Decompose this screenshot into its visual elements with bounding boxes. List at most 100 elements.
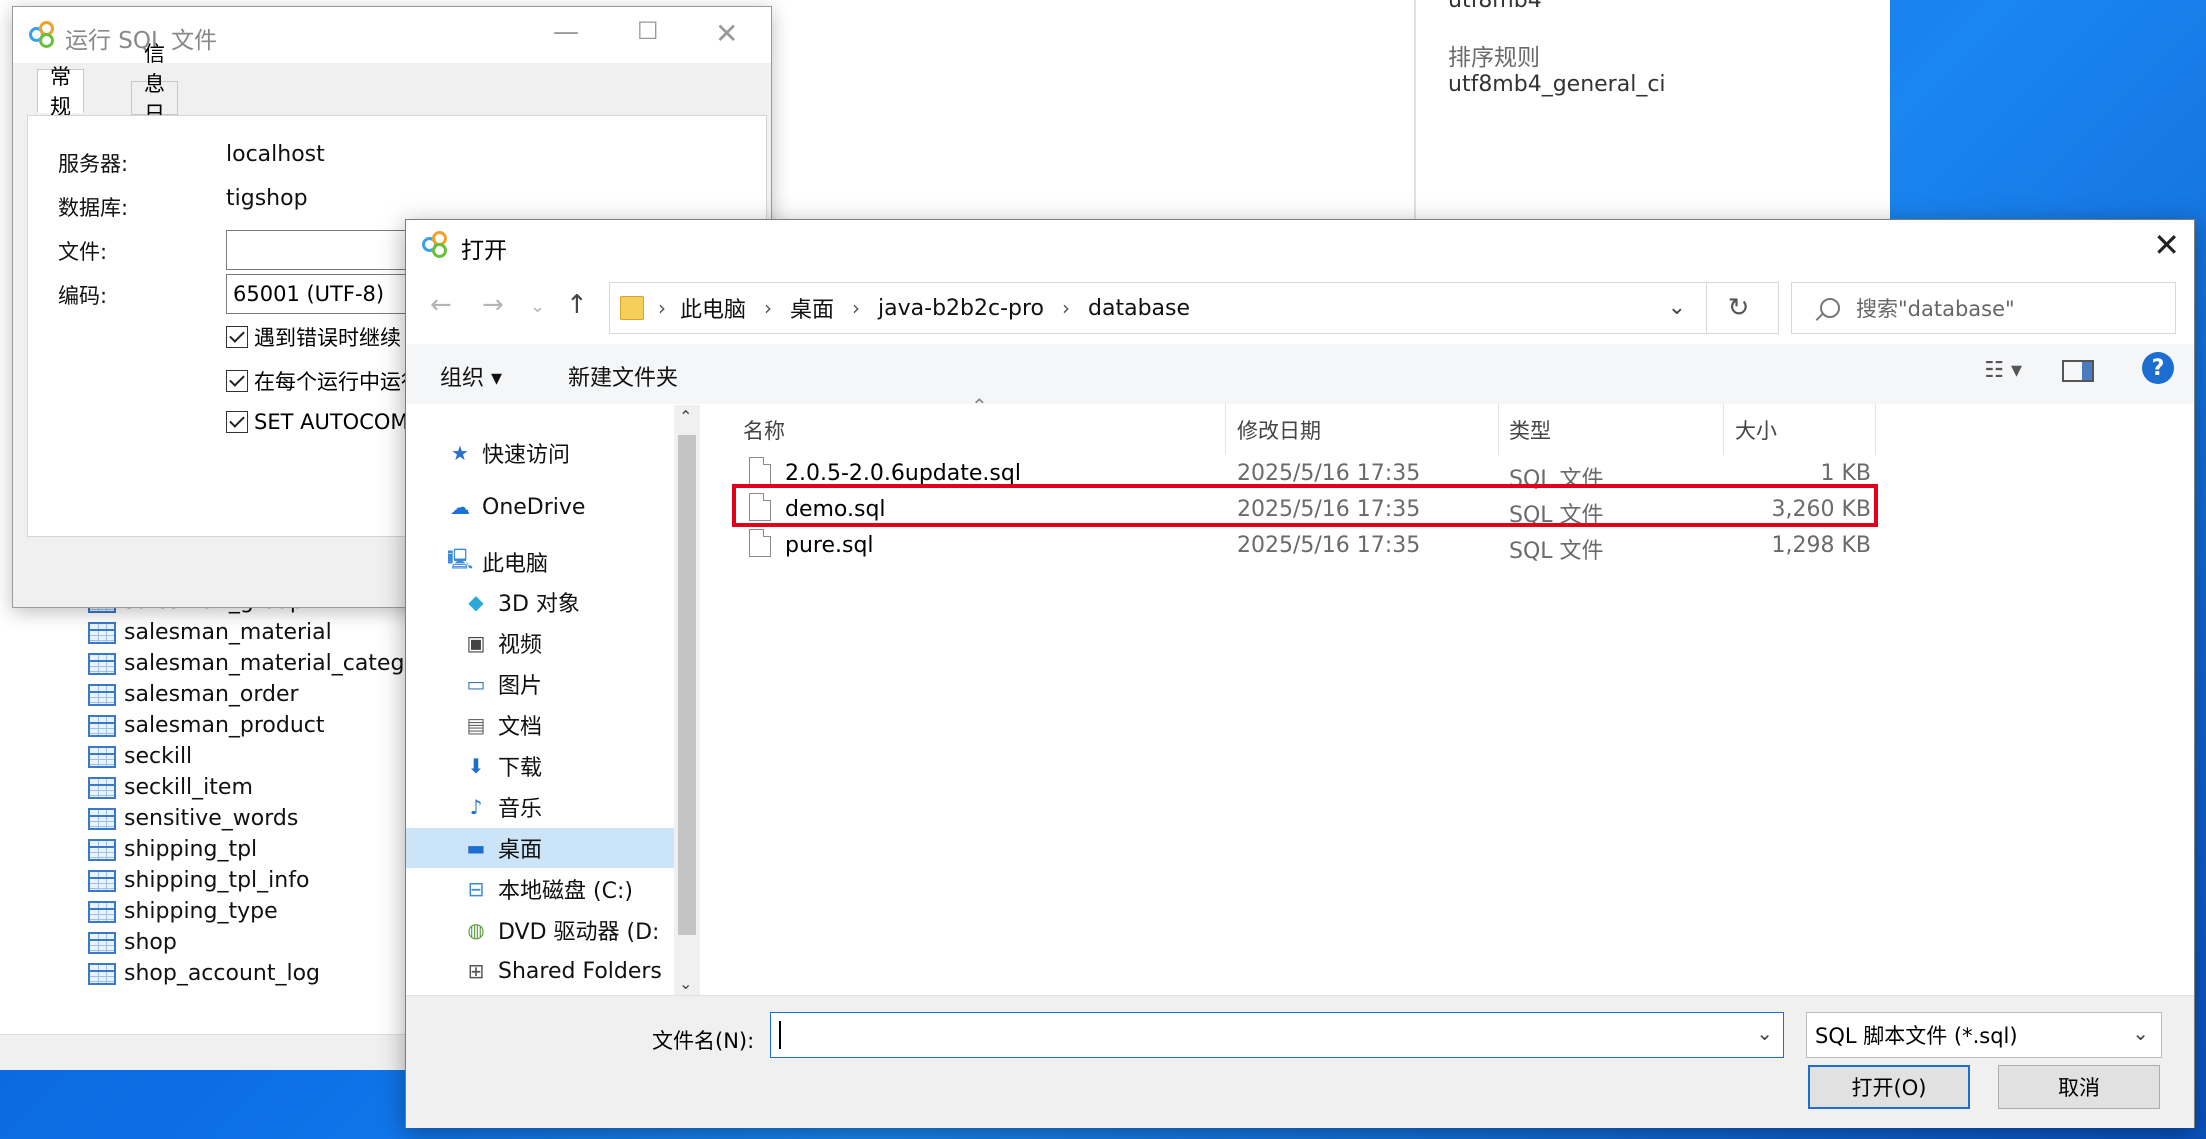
table-item[interactable]: shop	[88, 927, 408, 958]
chevron-down-icon[interactable]: ⌄	[1668, 295, 1686, 320]
autocommit-checkbox[interactable]: SET AUTOCOMMIT=0	[226, 410, 426, 434]
table-item[interactable]: shipping_tpl	[88, 834, 408, 865]
organize-button[interactable]: 组织 ▾	[440, 360, 502, 392]
table-tree: salesman_group salesman_material salesma…	[88, 589, 408, 989]
column-divider[interactable]	[1498, 403, 1499, 455]
breadcrumb-this-pc[interactable]: 此电脑	[680, 292, 746, 324]
table-item[interactable]: shipping_type	[88, 896, 408, 927]
music-icon: ♪	[469, 795, 483, 819]
table-item[interactable]: shop_account_log	[88, 958, 408, 989]
scroll-down-icon[interactable]: ⌄	[679, 974, 692, 993]
desktop-icon: ▬	[466, 836, 486, 860]
breadcrumb-database[interactable]: database	[1088, 296, 1190, 321]
scroll-up-icon[interactable]: ⌃	[679, 407, 692, 426]
file-label: 文件:	[58, 240, 108, 264]
recent-dropdown-icon[interactable]: ⌄	[530, 296, 545, 317]
nav-item-desktop[interactable]: ▬ 桌面	[406, 828, 674, 868]
address-bar[interactable]: › 此电脑 › 桌面 › java-b2b2c-pro › database ⌄	[609, 282, 1779, 334]
continue-on-error-checkbox[interactable]: 遇到错误时继续	[226, 322, 426, 352]
column-header-size[interactable]: 大小	[1735, 410, 1777, 450]
text-caret	[779, 1021, 781, 1049]
table-icon	[88, 807, 116, 830]
maximize-icon[interactable]: ☐	[637, 17, 659, 45]
table-icon	[88, 776, 116, 799]
multi-query-checkbox[interactable]: 在每个运行中运行多重查询	[226, 366, 426, 396]
chevron-right-icon: ›	[764, 296, 773, 320]
up-arrow-icon[interactable]: ↑	[566, 290, 588, 320]
breadcrumb-desktop[interactable]: 桌面	[790, 292, 834, 324]
view-options-icon[interactable]: ☷ ▾	[1984, 358, 2022, 383]
close-icon[interactable]: ✕	[2153, 226, 2180, 264]
nav-item-videos[interactable]: ▣ 视频	[464, 623, 691, 663]
file-icon	[749, 457, 771, 485]
nav-item-onedrive[interactable]: ☁ OneDrive	[448, 487, 691, 527]
nav-item-local-disk[interactable]: ⊟ 本地磁盘 (C:)	[464, 869, 691, 909]
table-icon	[88, 869, 116, 892]
table-item[interactable]: salesman_material_category	[88, 648, 408, 679]
column-divider[interactable]	[1225, 403, 1226, 455]
close-icon[interactable]: ✕	[715, 17, 738, 50]
horizontal-scrollbar[interactable]	[0, 1034, 410, 1070]
open-button[interactable]: 打开(O)	[1808, 1065, 1970, 1109]
navigation-scrollbar[interactable]: ⌃ ⌄	[674, 405, 700, 995]
column-divider[interactable]	[1875, 403, 1876, 455]
server-label: 服务器:	[58, 152, 129, 176]
nav-item-dvd[interactable]: ◍ DVD 驱动器 (D:	[464, 910, 691, 950]
encoding-label: 编码:	[58, 284, 108, 308]
table-icon	[88, 652, 116, 675]
table-item[interactable]: salesman_order	[88, 679, 408, 710]
nav-item-quick-access[interactable]: ★ 快速访问	[448, 433, 691, 473]
nav-item-documents[interactable]: ▤ 文档	[464, 705, 691, 745]
table-item[interactable]: shipping_tpl_info	[88, 865, 408, 896]
forward-arrow-icon[interactable]: →	[482, 290, 504, 320]
nav-item-pictures[interactable]: ▭ 图片	[464, 664, 691, 704]
search-icon	[1820, 298, 1840, 318]
table-item[interactable]: salesman_material	[88, 617, 408, 648]
column-divider[interactable]	[1723, 403, 1724, 455]
nav-item-downloads[interactable]: ⬇ 下载	[464, 746, 691, 786]
help-icon[interactable]: ?	[2142, 352, 2174, 384]
chevron-down-icon[interactable]: ⌄	[1756, 1021, 1773, 1045]
table-item[interactable]: seckill_item	[88, 772, 408, 803]
tab-info-log[interactable]: 信息日志	[131, 42, 178, 156]
open-file-dialog: 打开 ✕ ← → ⌄ ↑ › 此电脑 › 桌面 › java-b2b2c-pro…	[405, 219, 2195, 1128]
column-header-name[interactable]: 名称	[743, 410, 785, 450]
file-icon	[749, 529, 771, 557]
tab-general[interactable]: 常规	[37, 65, 84, 119]
run-sql-titlebar[interactable]: 运行 SQL 文件 — ☐ ✕	[13, 7, 771, 63]
collation-value: utf8mb4_general_ci	[1448, 72, 1666, 97]
minimize-icon[interactable]: —	[553, 17, 579, 47]
navicat-logo-icon	[29, 21, 57, 49]
scrollbar-thumb[interactable]	[678, 435, 696, 935]
preview-pane-icon[interactable]	[2062, 360, 2094, 382]
dialog-title: 运行 SQL 文件	[65, 28, 218, 54]
filename-input[interactable]: ⌄	[770, 1012, 1784, 1058]
refresh-button[interactable]: ↻	[1706, 282, 1770, 334]
table-icon	[88, 900, 116, 923]
open-dialog-titlebar[interactable]: 打开 ✕	[406, 220, 2194, 270]
nav-item-shared-folders[interactable]: ⊞ Shared Folders	[464, 951, 678, 991]
highlight-box	[732, 484, 1878, 527]
column-header-type[interactable]: 类型	[1509, 410, 1551, 450]
table-icon	[88, 962, 116, 985]
table-item[interactable]: salesman_product	[88, 710, 408, 741]
search-input[interactable]: 搜索"database"	[1791, 282, 2176, 334]
file-name: 2.0.5-2.0.6update.sql	[785, 461, 1021, 486]
collation-label: 排序规则	[1448, 45, 1540, 71]
table-icon	[88, 621, 116, 644]
table-item[interactable]: sensitive_words	[88, 803, 408, 834]
nav-item-music[interactable]: ♪ 音乐	[464, 787, 691, 827]
nav-item-this-pc[interactable]: 🖳 此电脑	[448, 542, 691, 582]
file-row[interactable]: pure.sql 2025/5/16 17:35 SQL 文件 1,298 KB	[741, 527, 1881, 564]
column-header-date[interactable]: 修改日期	[1237, 410, 1321, 450]
back-arrow-icon[interactable]: ←	[430, 290, 452, 320]
table-item[interactable]: seckill	[88, 741, 408, 772]
cube-icon: ◆	[468, 590, 484, 614]
new-folder-button[interactable]: 新建文件夹	[568, 360, 678, 392]
dvd-icon: ◍	[467, 918, 485, 942]
cloud-icon: ☁	[450, 495, 470, 519]
cancel-button[interactable]: 取消	[1998, 1065, 2160, 1109]
nav-item-3d-objects[interactable]: ◆ 3D 对象	[464, 582, 691, 622]
file-type-filter[interactable]: SQL 脚本文件 (*.sql) ⌄	[1806, 1012, 2162, 1058]
breadcrumb-project[interactable]: java-b2b2c-pro	[878, 296, 1044, 321]
